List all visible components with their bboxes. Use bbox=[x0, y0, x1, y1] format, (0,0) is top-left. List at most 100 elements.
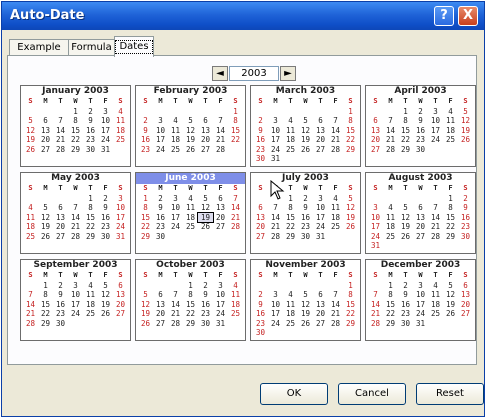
day-cell[interactable]: 15 bbox=[383, 300, 398, 310]
day-cell[interactable]: 10 bbox=[313, 203, 328, 213]
day-cell[interactable]: 5 bbox=[38, 203, 53, 213]
day-cell[interactable]: 21 bbox=[328, 135, 343, 145]
day-cell[interactable]: 23 bbox=[298, 222, 313, 232]
day-cell[interactable]: 26 bbox=[38, 232, 53, 242]
day-cell[interactable]: 29 bbox=[83, 232, 98, 242]
day-cell[interactable]: 7 bbox=[328, 116, 343, 126]
day-cell[interactable]: 16 bbox=[153, 213, 168, 223]
day-cell[interactable]: 5 bbox=[183, 116, 198, 126]
day-cell[interactable]: 2 bbox=[198, 281, 213, 291]
day-cell[interactable]: 2 bbox=[253, 116, 268, 126]
day-cell[interactable]: 9 bbox=[98, 203, 113, 213]
day-cell[interactable]: 13 bbox=[368, 126, 383, 136]
day-cell[interactable]: 23 bbox=[413, 135, 428, 145]
day-cell[interactable]: 22 bbox=[138, 222, 153, 232]
day-cell[interactable]: 29 bbox=[383, 319, 398, 329]
day-cell[interactable]: 9 bbox=[398, 290, 413, 300]
day-cell[interactable]: 14 bbox=[168, 300, 183, 310]
day-cell[interactable]: 7 bbox=[23, 290, 38, 300]
title-bar[interactable]: Auto-Date ? X bbox=[2, 2, 484, 30]
day-cell[interactable]: 18 bbox=[83, 300, 98, 310]
day-cell[interactable]: 10 bbox=[213, 290, 228, 300]
day-cell[interactable]: 18 bbox=[443, 126, 458, 136]
day-cell[interactable]: 28 bbox=[228, 222, 243, 232]
day-cell[interactable]: 25 bbox=[328, 222, 343, 232]
day-cell[interactable]: 3 bbox=[268, 116, 283, 126]
day-cell[interactable]: 9 bbox=[413, 116, 428, 126]
day-cell[interactable]: 6 bbox=[253, 203, 268, 213]
day-cell[interactable]: 30 bbox=[253, 328, 268, 338]
day-cell[interactable]: 24 bbox=[113, 222, 128, 232]
day-cell[interactable]: 18 bbox=[283, 309, 298, 319]
day-cell[interactable]: 27 bbox=[313, 319, 328, 329]
day-cell[interactable]: 2 bbox=[83, 107, 98, 117]
day-cell[interactable]: 13 bbox=[38, 126, 53, 136]
day-cell[interactable]: 2 bbox=[413, 107, 428, 117]
day-cell[interactable]: 7 bbox=[68, 203, 83, 213]
day-cell[interactable]: 14 bbox=[23, 300, 38, 310]
tab-example[interactable]: Example bbox=[9, 39, 69, 56]
day-cell[interactable]: 7 bbox=[428, 203, 443, 213]
day-cell[interactable]: 15 bbox=[228, 126, 243, 136]
day-cell[interactable]: 23 bbox=[153, 222, 168, 232]
day-cell[interactable]: 17 bbox=[168, 213, 183, 223]
day-cell[interactable]: 17 bbox=[153, 135, 168, 145]
day-cell[interactable]: 8 bbox=[343, 290, 358, 300]
day-cell[interactable]: 23 bbox=[98, 222, 113, 232]
day-cell[interactable]: 16 bbox=[413, 126, 428, 136]
day-cell[interactable]: 26 bbox=[98, 309, 113, 319]
day-cell[interactable]: 19 bbox=[398, 222, 413, 232]
day-cell[interactable]: 12 bbox=[23, 126, 38, 136]
day-cell[interactable]: 17 bbox=[268, 309, 283, 319]
month-calendar[interactable]: June 2003 S M T W T F S 1 2 3 4 5 6 7 8 9 10 11 12 13 14 15 16 1… bbox=[135, 172, 246, 254]
day-cell[interactable]: 11 bbox=[83, 290, 98, 300]
month-calendar[interactable]: January 2003 S M T W T F S 1 2 3 4 5 6 7 8 9 10 11 12 13 14 15… bbox=[20, 85, 131, 167]
day-cell[interactable]: 21 bbox=[213, 135, 228, 145]
day-cell[interactable]: 6 bbox=[313, 290, 328, 300]
month-calendar[interactable]: August 2003 S M T W T F S 1 2 3 4 5 6 7 8 9 10 11 12 13 14 15 1… bbox=[365, 172, 476, 254]
day-cell[interactable]: 7 bbox=[383, 116, 398, 126]
day-cell[interactable]: 4 bbox=[23, 203, 38, 213]
day-cell[interactable]: 15 bbox=[83, 213, 98, 223]
day-cell[interactable]: 7 bbox=[53, 116, 68, 126]
day-cell[interactable]: 20 bbox=[38, 135, 53, 145]
month-calendar[interactable]: December 2003 S M T W T F S 1 2 3 4 5 6 7 8 9 10 11 12 13 14 1… bbox=[365, 259, 476, 341]
month-calendar[interactable]: October 2003 S M T W T F S 1 2 3 4 5 6 7 8 9 10 11 12 13 14 15… bbox=[135, 259, 246, 341]
day-cell[interactable]: 9 bbox=[83, 116, 98, 126]
day-cell[interactable]: 12 bbox=[183, 126, 198, 136]
day-cell[interactable]: 17 bbox=[113, 213, 128, 223]
day-cell[interactable]: 4 bbox=[83, 281, 98, 291]
day-cell[interactable]: 11 bbox=[23, 213, 38, 223]
day-cell[interactable]: 27 bbox=[38, 145, 53, 155]
day-cell[interactable]: 21 bbox=[228, 213, 243, 223]
day-cell[interactable]: 20 bbox=[213, 213, 228, 223]
day-cell[interactable]: 25 bbox=[383, 232, 398, 242]
day-cell[interactable]: 1 bbox=[443, 194, 458, 204]
day-cell[interactable]: 9 bbox=[153, 203, 168, 213]
day-cell[interactable]: 11 bbox=[383, 213, 398, 223]
day-cell[interactable]: 26 bbox=[443, 309, 458, 319]
day-cell[interactable]: 12 bbox=[38, 213, 53, 223]
day-cell[interactable]: 15 bbox=[38, 300, 53, 310]
day-cell[interactable]: 30 bbox=[398, 319, 413, 329]
day-cell[interactable]: 16 bbox=[298, 213, 313, 223]
day-cell[interactable]: 1 bbox=[68, 107, 83, 117]
day-cell[interactable]: 20 bbox=[313, 135, 328, 145]
day-cell[interactable]: 18 bbox=[228, 300, 243, 310]
day-cell[interactable]: 8 bbox=[68, 116, 83, 126]
day-cell[interactable]: 30 bbox=[458, 232, 473, 242]
day-cell[interactable]: 4 bbox=[228, 281, 243, 291]
day-cell[interactable]: 7 bbox=[213, 116, 228, 126]
day-cell[interactable]: 22 bbox=[343, 135, 358, 145]
day-cell[interactable]: 12 bbox=[458, 116, 473, 126]
day-cell[interactable]: 6 bbox=[113, 281, 128, 291]
reset-button[interactable]: Reset bbox=[416, 383, 484, 405]
day-cell[interactable]: 4 bbox=[283, 116, 298, 126]
day-cell[interactable]: 17 bbox=[68, 300, 83, 310]
day-cell[interactable]: 2 bbox=[98, 194, 113, 204]
day-cell[interactable]: 4 bbox=[283, 290, 298, 300]
day-cell[interactable]: 3 bbox=[268, 290, 283, 300]
day-cell[interactable]: 30 bbox=[53, 319, 68, 329]
day-cell[interactable]: 31 bbox=[213, 319, 228, 329]
day-cell[interactable]: 18 bbox=[23, 222, 38, 232]
